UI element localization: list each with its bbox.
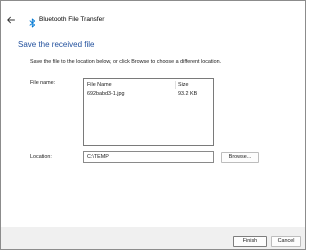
column-divider [175,81,176,89]
file-list[interactable]: File Name Size 692babd3-1.jpg 93.2 KB [83,78,214,146]
finish-button[interactable]: Finish [233,236,267,247]
file-name-label: File name: [30,80,56,86]
cancel-button[interactable]: Cancel [271,236,301,247]
bluetooth-file-transfer-window: Bluetooth File Transfer Save the receive… [0,0,306,250]
file-size-cell: 93.2 KB [178,91,198,97]
browse-button[interactable]: Browse... [221,152,259,163]
location-label: Location: [30,154,52,160]
bluetooth-icon [29,15,36,28]
back-button[interactable] [5,13,17,25]
instruction-text: Save the file to the location below, or … [30,59,222,65]
window-title: Bluetooth File Transfer [39,16,105,23]
back-arrow-icon [7,16,15,24]
file-name-cell: 692babd3-1.jpg [87,91,125,97]
title-bar: Bluetooth File Transfer [1,1,305,31]
location-input[interactable] [83,151,214,163]
column-header-file-name[interactable]: File Name [87,81,112,89]
column-header-size[interactable]: Size [178,81,189,89]
page-heading: Save the received file [18,40,95,49]
